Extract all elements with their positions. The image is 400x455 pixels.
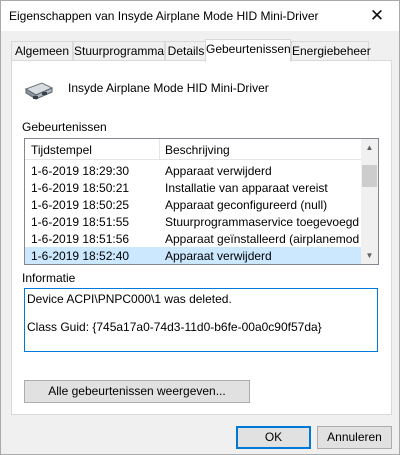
show-all-events-button[interactable]: Alle gebeurtenissen weergeven...: [24, 380, 250, 403]
event-row[interactable]: 1-6-2019 18:50:21 Installatie van appara…: [25, 179, 361, 196]
events-scrollbar[interactable]: ▲ ▼: [361, 139, 378, 264]
event-timestamp: 1-6-2019 18:51:56: [31, 232, 130, 246]
info-label: Informatie: [22, 271, 76, 285]
close-button[interactable]: ✕: [355, 1, 399, 31]
scroll-down-icon[interactable]: ▼: [361, 247, 378, 264]
event-row[interactable]: 1-6-2019 18:51:55 Stuurprogrammaservice …: [25, 213, 361, 230]
events-label: Gebeurtenissen: [22, 120, 107, 134]
event-description: Installatie van apparaat vereist: [165, 181, 328, 195]
event-timestamp: 1-6-2019 18:50:25: [31, 198, 130, 212]
ok-button[interactable]: OK: [236, 426, 311, 449]
close-icon: ✕: [369, 6, 385, 25]
window-title: Eigenschappen van Insyde Airplane Mode H…: [9, 9, 319, 23]
column-header-timestamp[interactable]: Tijdstempel: [31, 143, 92, 157]
event-row[interactable]: 1-6-2019 18:29:30 Apparaat verwijderd: [25, 162, 361, 179]
event-timestamp: 1-6-2019 18:29:30: [31, 164, 130, 178]
tab-panel: Insyde Airplane Mode HID Mini-Driver Geb…: [11, 60, 392, 415]
tab-energiebeheer[interactable]: Energiebeheer: [291, 41, 371, 61]
event-row[interactable]: 1-6-2019 18:50:25 Apparaat geconfigureer…: [25, 196, 361, 213]
events-header: Tijdstempel Beschrijving: [25, 139, 361, 160]
event-timestamp: 1-6-2019 18:51:55: [31, 215, 130, 229]
events-list[interactable]: Tijdstempel Beschrijving 1-6-2019 18:29:…: [24, 138, 379, 265]
event-description: Apparaat verwijderd: [165, 164, 272, 178]
title-bar[interactable]: Eigenschappen van Insyde Airplane Mode H…: [1, 1, 399, 31]
event-description: Apparaat verwijderd: [165, 249, 272, 263]
info-textbox[interactable]: Device ACPI\PNPC000\1 was deleted. Class…: [24, 288, 378, 352]
tab-stuurprogramma[interactable]: Stuurprogramma: [73, 41, 165, 61]
properties-dialog: Eigenschappen van Insyde Airplane Mode H…: [0, 0, 400, 455]
column-separator[interactable]: [159, 139, 160, 160]
event-description: Stuurprogrammaservice toegevoegd (...: [165, 215, 359, 229]
device-name: Insyde Airplane Mode HID Mini-Driver: [68, 81, 269, 95]
event-timestamp: 1-6-2019 18:50:21: [31, 181, 130, 195]
tab-details[interactable]: Details: [165, 41, 207, 61]
event-description: Apparaat geconfigureerd (null): [165, 198, 328, 212]
event-row-selected[interactable]: 1-6-2019 18:52:40 Apparaat verwijderd: [25, 247, 361, 264]
scrollbar-thumb[interactable]: [362, 165, 377, 187]
event-row[interactable]: 1-6-2019 18:51:56 Apparaat geïnstalleerd…: [25, 230, 361, 247]
tab-strip: Algemeen Stuurprogramma Details Gebeurte…: [11, 39, 391, 62]
event-description: Apparaat geïnstalleerd (airplanemode...: [165, 232, 359, 246]
column-header-description[interactable]: Beschrijving: [165, 143, 230, 157]
tab-gebeurtenissen[interactable]: Gebeurtenissen: [205, 39, 291, 62]
scroll-up-icon[interactable]: ▲: [361, 139, 378, 156]
device-icon: [24, 82, 54, 100]
cancel-button[interactable]: Annuleren: [317, 426, 392, 449]
tab-algemeen[interactable]: Algemeen: [11, 41, 73, 61]
event-timestamp: 1-6-2019 18:52:40: [31, 249, 130, 263]
